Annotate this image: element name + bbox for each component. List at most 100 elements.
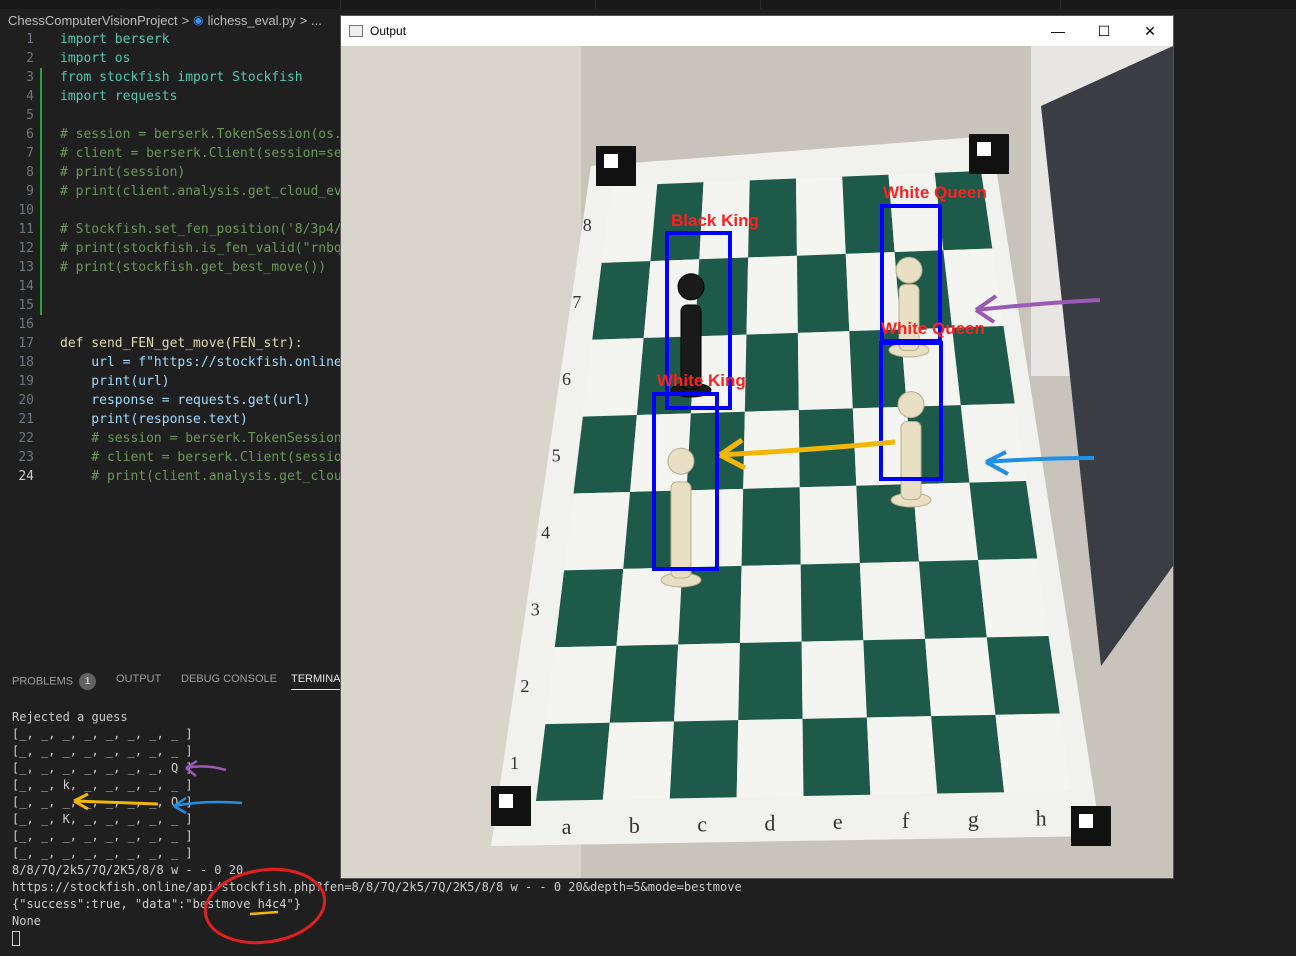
aruco-marker-cell: [1079, 814, 1093, 828]
git-change-marker: [40, 277, 42, 296]
line-number: 7: [26, 146, 34, 161]
editor-tab[interactable]: [340, 0, 596, 9]
tab-output[interactable]: OUTPUT: [116, 673, 161, 685]
breadcrumb-file[interactable]: lichess_eval.py: [208, 13, 296, 28]
code-line[interactable]: 22 # session = berserk.TokenSession(: [0, 429, 340, 448]
line-number: 4: [26, 89, 34, 104]
rank-label: 4: [541, 523, 550, 543]
board-square: [744, 332, 799, 412]
line-number: 5: [26, 108, 34, 123]
code-line[interactable]: 3 from stockfish import Stockfish: [0, 68, 340, 87]
line-number: 21: [18, 412, 34, 427]
line-number: 20: [18, 393, 34, 408]
git-change-marker: [40, 163, 42, 182]
board-square: [797, 331, 853, 411]
line-number: 14: [18, 279, 34, 294]
aruco-marker-cell: [499, 794, 513, 808]
code-line[interactable]: 4 import requests: [0, 87, 340, 106]
code-line[interactable]: 23 # client = berserk.Client(session: [0, 448, 340, 467]
board-square: [669, 720, 739, 799]
code-line[interactable]: 2 import os: [0, 49, 340, 68]
board-square: [796, 253, 850, 333]
code-text: # session = berserk.TokenSession(: [60, 431, 340, 446]
code-line[interactable]: 24 # print(client.analysis.get_cloud: [0, 467, 340, 486]
code-line[interactable]: 12 # print(stockfish.is_fen_valid("rnbqk: [0, 239, 340, 258]
board-square: [582, 338, 644, 417]
file-label: b: [629, 813, 640, 838]
line-number: 23: [18, 450, 34, 465]
white-king-piece-head: [667, 447, 695, 475]
git-change-marker: [40, 220, 42, 239]
board-square: [799, 485, 860, 565]
code-text: import requests: [60, 89, 178, 104]
board-square: [741, 487, 801, 566]
editor-tab[interactable]: [760, 0, 1061, 9]
line-number: 11: [18, 222, 34, 237]
rank-label: 2: [520, 676, 529, 696]
white-queen-piece-head: [895, 256, 923, 284]
board-square: [801, 640, 867, 719]
code-line[interactable]: 19 print(url): [0, 372, 340, 391]
terminal-prompt[interactable]: [12, 930, 1292, 947]
minimize-button[interactable]: —: [1035, 16, 1081, 46]
chessboard-photo: a b c d e f g h 8 7 6 5 4 3 2 1 Black King White King Whit…: [341, 46, 1173, 878]
git-change-marker: [40, 201, 42, 220]
board-square: [682, 488, 744, 568]
code-line[interactable]: 8 # print(session): [0, 163, 340, 182]
window-app-icon: [349, 25, 363, 37]
tab-problems[interactable]: PROBLEMS 1: [12, 673, 97, 690]
board-square: [798, 408, 857, 488]
code-line[interactable]: 14: [0, 277, 340, 296]
code-line[interactable]: 18 url = f"https://stockfish.online/: [0, 353, 340, 372]
git-change-marker: [40, 87, 42, 106]
file-label: h: [1036, 806, 1047, 831]
git-change-marker: [40, 144, 42, 163]
code-line[interactable]: 15: [0, 296, 340, 315]
breadcrumb-project[interactable]: ChessComputerVisionProject: [8, 13, 178, 28]
editor-tab[interactable]: [0, 0, 341, 9]
chessboard-image: a b c d e f g h 8 7 6 5 4 3 2 1 Black King White King Whit…: [341, 46, 1173, 878]
code-line[interactable]: 16: [0, 315, 340, 334]
code-line[interactable]: 10: [0, 201, 340, 220]
line-number: 18: [18, 355, 34, 370]
board-square: [602, 721, 674, 800]
code-text: # print(stockfish.get_best_move()): [60, 260, 327, 275]
rank-label: 7: [572, 292, 581, 312]
breadcrumb-more[interactable]: > ...: [300, 13, 322, 28]
board-square: [554, 568, 624, 648]
code-text: # Stockfish.set_fen_position('8/3p4/7: [60, 222, 340, 237]
line-number: 13: [18, 260, 34, 275]
board-square: [564, 491, 631, 571]
white-queen-piece-head: [897, 391, 925, 419]
code-line[interactable]: 5: [0, 106, 340, 125]
rank-label: 3: [531, 599, 540, 619]
code-line[interactable]: 1 import berserk: [0, 30, 340, 49]
line-number: 10: [18, 203, 34, 218]
board-square: [969, 481, 1038, 560]
code-line[interactable]: 9 # print(client.analysis.get_cloud_eva: [0, 182, 340, 201]
window-titlebar[interactable]: Output — ☐ ✕: [341, 16, 1173, 46]
board-square: [866, 716, 938, 795]
terminal-line: https://stockfish.online/api/stockfish.p…: [12, 880, 742, 894]
code-line[interactable]: 6 # session = berserk.TokenSession(os.g: [0, 125, 340, 144]
laptop-photo-background: [1174, 36, 1296, 636]
code-line[interactable]: 13 # print(stockfish.get_best_move()): [0, 258, 340, 277]
window-title: Output: [370, 24, 407, 38]
code-editor[interactable]: 1 import berserk 2 import os 3 from stockfish…: [0, 30, 340, 490]
detection-label: Black King: [671, 211, 759, 230]
code-line[interactable]: 21 print(response.text): [0, 410, 340, 429]
output-window[interactable]: Output — ☐ ✕ a b c d e f g h 8 7 6 5 4 3 2 1 Black King W…: [341, 16, 1173, 878]
rank-label: 8: [583, 215, 592, 235]
tab-debug-console[interactable]: DEBUG CONSOLE: [181, 673, 277, 685]
code-line[interactable]: 11 # Stockfish.set_fen_position('8/3p4/7: [0, 220, 340, 239]
code-line[interactable]: 17 def send_FEN_get_move(FEN_str):: [0, 334, 340, 353]
breadcrumb-separator: >: [181, 12, 190, 28]
editor-tab[interactable]: [595, 0, 761, 9]
code-line[interactable]: 20 response = requests.get(url): [0, 391, 340, 410]
close-button[interactable]: ✕: [1127, 16, 1173, 46]
tab-terminal[interactable]: TERMINAL: [291, 673, 347, 690]
terminal-cursor: [12, 931, 20, 946]
git-change-marker: [40, 258, 42, 277]
maximize-button[interactable]: ☐: [1081, 16, 1127, 46]
code-line[interactable]: 7 # client = berserk.Client(session=ses: [0, 144, 340, 163]
